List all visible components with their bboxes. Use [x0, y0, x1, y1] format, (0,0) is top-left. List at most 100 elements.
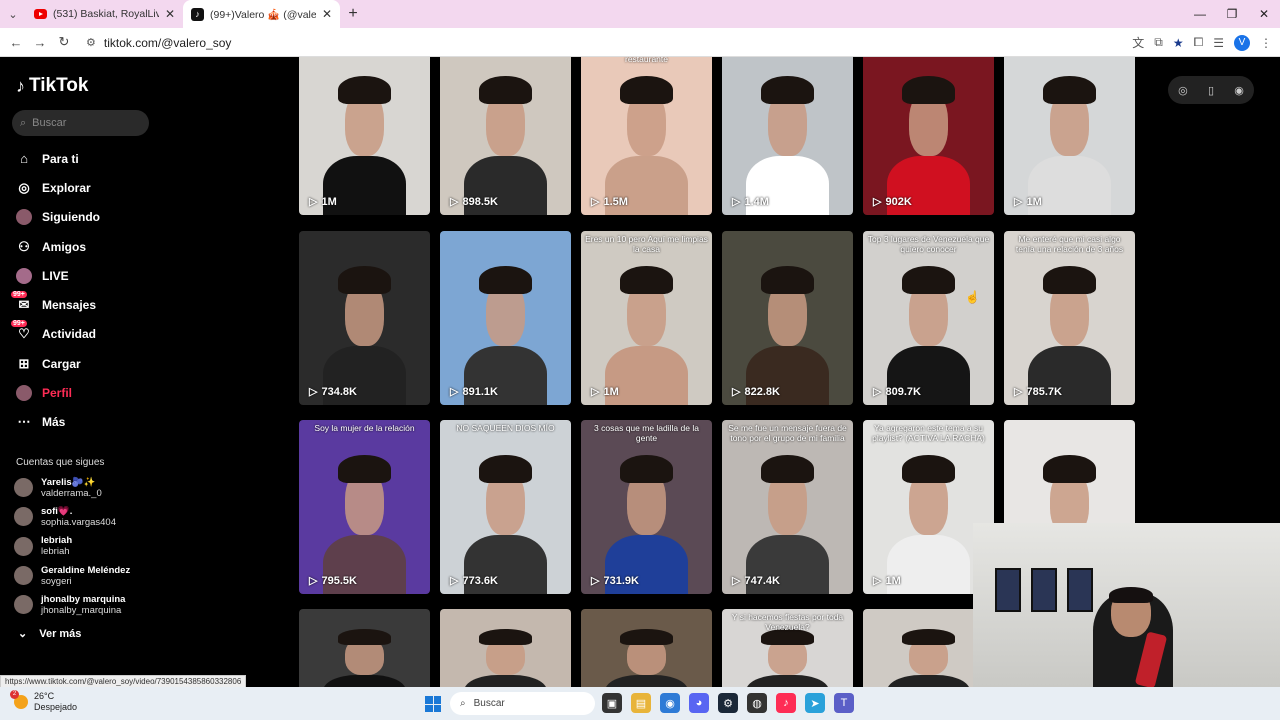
close-tab-icon[interactable]: ✕	[322, 7, 332, 21]
see-more-button[interactable]: ⌄ Ver más	[18, 627, 81, 641]
task-view-icon[interactable]: ▣	[602, 693, 622, 713]
reading-list-icon[interactable]: ☰	[1213, 36, 1224, 50]
nav-cargar[interactable]: ⊞ Cargar	[16, 349, 156, 378]
steam-icon[interactable]: ⚙	[718, 693, 738, 713]
friends-icon: ⚇	[18, 238, 30, 254]
tiktok-logo[interactable]: ♪ TikTok	[16, 75, 88, 97]
video-card[interactable]: Me enteré que mi casi algo tenía una rel…	[1004, 231, 1135, 405]
nav-explorar[interactable]: ◎ Explorar	[16, 173, 156, 202]
thumbnail-hair	[479, 265, 532, 294]
video-card[interactable]	[299, 609, 430, 687]
activity-icon: ♡ 99+	[11, 320, 30, 342]
device-icon[interactable]: ▯	[1208, 84, 1214, 97]
nav-actividad[interactable]: ♡ 99+ Actividad	[11, 320, 156, 349]
video-card[interactable]: Eres un 10 pero Aquí me limpias la casa ▷…	[581, 231, 712, 405]
following-item[interactable]: jhonalby marquina jhonalby_marquina	[14, 590, 154, 619]
windows-taskbar: 2 26°C Despejado ⌕ Buscar ▣ ▤ ◉ ◕ ⚙ ◍ ♪ ➤…	[0, 687, 1280, 720]
video-card[interactable]: ▷ 822.8K	[722, 231, 853, 405]
forward-icon[interactable]: →	[28, 35, 52, 50]
following-username: sophia.vargas404	[41, 516, 116, 528]
nav-siguiendo[interactable]: Siguiendo	[16, 203, 156, 232]
compass-small-icon[interactable]: ◎	[1178, 84, 1188, 97]
search-input[interactable]: ⌕ Buscar	[12, 110, 149, 136]
following-item[interactable]: lebriah lebriah	[14, 532, 154, 561]
toolbar-icons: 文 ⧉ ★ ⧠ ☰ V ⋮	[1132, 28, 1272, 57]
taskbar-search-input[interactable]: ⌕ Buscar	[450, 692, 595, 715]
following-item[interactable]: Geraldine Meléndez soygeri	[14, 561, 154, 590]
translate-icon[interactable]: 文	[1132, 34, 1144, 51]
profile-icon	[16, 385, 32, 402]
restore-icon[interactable]: ❐	[1216, 0, 1248, 28]
teams-icon[interactable]: T	[834, 693, 854, 713]
telegram-icon[interactable]: ➤	[805, 693, 825, 713]
thumbnail-body	[745, 675, 830, 687]
url-field[interactable]: ⚙ tiktok.com/@valero_soy	[80, 31, 1160, 54]
notification-badge: 99+	[11, 320, 27, 328]
thumbnail-hair	[902, 454, 955, 483]
nav-live[interactable]: LIVE	[16, 261, 156, 290]
profile-avatar-icon[interactable]: V	[1234, 34, 1250, 51]
view-count: ▷ 734.8K	[309, 385, 357, 399]
view-count: ▷ 902K	[873, 195, 912, 209]
obs-icon[interactable]: ◍	[747, 693, 767, 713]
nav-para-ti[interactable]: ⌂ Para ti	[16, 144, 156, 173]
taskbar-apps: ▣ ▤ ◉ ◕ ⚙ ◍ ♪ ➤ T	[602, 693, 854, 713]
video-card[interactable]	[581, 609, 712, 687]
tab-search-icon[interactable]: ⌄	[0, 0, 26, 28]
cast-icon[interactable]: ⧉	[1154, 35, 1163, 50]
nav-mas[interactable]: ⋯ Más	[16, 408, 156, 437]
menu-kebab-icon[interactable]: ⋮	[1260, 36, 1272, 50]
back-icon[interactable]: ←	[4, 35, 28, 50]
tab-youtube[interactable]: (531) Baskiat, RoyalLive - Báilan ✕	[26, 0, 183, 28]
chrome-icon[interactable]: ◉	[660, 693, 680, 713]
bookmark-star-icon[interactable]: ★	[1173, 36, 1184, 50]
video-caption: Eres un 10 pero Aquí me limpias la casa	[585, 234, 708, 254]
tab-tiktok[interactable]: ♪ (99+)Valero 🎪 (@valero_soy) | ✕	[183, 0, 340, 28]
play-icon: ▷	[309, 386, 318, 398]
video-card[interactable]: NO SAQUEEN DIOS MÍO ▷ 773.6K	[440, 420, 571, 594]
site-info-icon[interactable]: ⚙	[86, 36, 96, 49]
video-card[interactable]: ▷ 734.8K	[299, 231, 430, 405]
video-card[interactable]: Nos robó en la canción▷1.4M	[722, 57, 853, 215]
close-window-icon[interactable]: ✕	[1248, 0, 1280, 28]
view-count-text: 809.7K	[885, 385, 921, 398]
user-avatar-icon[interactable]: ◉	[1234, 84, 1244, 97]
video-caption: 3 cosas que me ladilla de la gente	[594, 423, 699, 443]
following-item[interactable]: sofi💗. sophia.vargas404	[14, 502, 154, 531]
video-card[interactable]: reproducciones en spotify 😂▷1M	[1004, 57, 1135, 215]
windows-start-icon[interactable]	[425, 696, 441, 712]
reload-icon[interactable]: ↻	[52, 34, 76, 50]
video-card[interactable]: Soy la mujer de la relación ▷ 795.5K	[299, 420, 430, 594]
following-name: lebriah	[41, 535, 73, 547]
nav-amigos[interactable]: ⚇ Amigos	[16, 232, 156, 261]
close-tab-icon[interactable]: ✕	[165, 7, 175, 21]
play-icon: ▷	[450, 575, 459, 587]
video-caption: Me enteré que mi casi algo tenía una rel…	[1015, 234, 1124, 254]
view-count: ▷ 795.5K	[309, 574, 357, 588]
video-card[interactable]: Y si hacemos fiestas por toda Venezuela?	[722, 609, 853, 687]
video-card[interactable]: Salieron los empleados Del restaurante ▷1…	[581, 57, 712, 215]
video-card[interactable]: ▷ 898.5K	[440, 57, 571, 215]
avatar	[14, 595, 33, 615]
tiktok-note-icon: ♪	[16, 75, 25, 96]
following-item[interactable]: Yarelis🫐✨ valderrama._0	[14, 473, 154, 502]
discord-icon[interactable]: ◕	[689, 693, 709, 713]
weather-widget[interactable]: 2 26°C Despejado	[10, 690, 77, 713]
new-tab-button[interactable]: +	[340, 5, 366, 23]
extensions-icon[interactable]: ⧠	[1194, 35, 1204, 50]
view-count-text: 734.8K	[321, 385, 357, 398]
video-card[interactable]	[440, 609, 571, 687]
video-card[interactable]: Nuevo tema viral 🎬▷1M	[299, 57, 430, 215]
video-card[interactable]: ▷ 891.1K	[440, 231, 571, 405]
file-explorer-icon[interactable]: ▤	[631, 693, 651, 713]
nav-perfil[interactable]: Perfil	[16, 378, 156, 407]
video-card[interactable]: ▷ 902K	[863, 57, 994, 215]
nav-mensajes[interactable]: ✉ 99+ Mensajes	[11, 290, 156, 319]
video-card[interactable]: Se me fue un mensaje fuera de tono por e…	[722, 420, 853, 594]
video-card[interactable]: Top 3 lugares de Venezuela que quiero co…	[863, 231, 994, 405]
view-count-text: 747.4K	[744, 574, 780, 587]
tiktok-app-icon[interactable]: ♪	[776, 693, 796, 713]
minimize-icon[interactable]: —	[1184, 0, 1216, 28]
video-card[interactable]: 3 cosas que me ladilla de la gente ▷ 731.9…	[581, 420, 712, 594]
nav-label: Mensajes	[42, 298, 97, 313]
